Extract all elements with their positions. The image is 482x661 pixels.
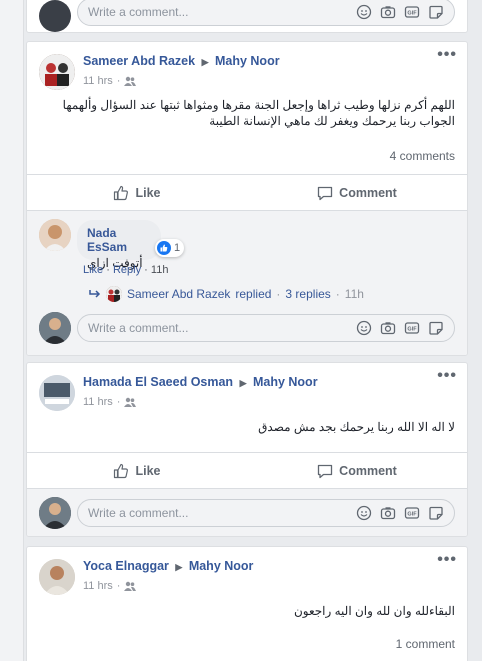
comment-tools: GIF bbox=[356, 4, 444, 20]
post-author-line: Sameer Abd Razek ▶ Mahy Noor bbox=[83, 54, 280, 68]
post-author-line: Yoca Elnaggar ▶ Mahy Noor bbox=[83, 559, 253, 573]
comments-section: Write a comment... GIF bbox=[27, 488, 467, 536]
emoji-icon[interactable] bbox=[356, 505, 372, 521]
sticker-icon[interactable] bbox=[428, 320, 444, 336]
user-avatar[interactable] bbox=[39, 0, 71, 32]
post-text: لا اله الا الله ربنا يرحمك بجد مش مصدق bbox=[258, 420, 455, 434]
write-comment-placeholder: Write a comment... bbox=[88, 506, 189, 520]
arrow-right-icon: ▶ bbox=[175, 562, 183, 572]
friends-icon[interactable] bbox=[124, 397, 137, 407]
target-name[interactable]: Mahy Noor bbox=[189, 559, 254, 573]
like-label: Like bbox=[135, 463, 161, 478]
comment-count-link[interactable]: 1 comment bbox=[396, 637, 455, 651]
replies-time: 11h bbox=[344, 287, 364, 301]
comment-label: Comment bbox=[339, 185, 397, 200]
write-comment-placeholder: Write a comment... bbox=[88, 5, 189, 19]
sticker-icon[interactable] bbox=[428, 505, 444, 521]
comment-icon bbox=[318, 186, 333, 200]
author-avatar[interactable] bbox=[39, 375, 75, 411]
comment-button[interactable]: Comment bbox=[247, 453, 467, 488]
post-meta: 11 hrs · bbox=[83, 75, 137, 87]
comment-time[interactable]: 11h bbox=[151, 264, 169, 276]
post-text: البقاءلله وان لله وان اليه راجعون bbox=[293, 604, 455, 618]
post-time[interactable]: 11 hrs bbox=[83, 396, 113, 408]
friends-icon[interactable] bbox=[124, 76, 137, 86]
svg-text:GIF: GIF bbox=[407, 512, 417, 518]
like-reaction-icon bbox=[157, 241, 171, 255]
friends-icon[interactable] bbox=[124, 581, 137, 591]
author-name[interactable]: Sameer Abd Razek bbox=[83, 54, 195, 68]
replies-count: 3 replies bbox=[285, 287, 331, 301]
thumbs-up-icon bbox=[114, 463, 129, 478]
more-options-icon[interactable]: ••• bbox=[437, 367, 457, 385]
user-avatar[interactable] bbox=[39, 312, 71, 344]
camera-icon[interactable] bbox=[380, 4, 396, 20]
author-avatar[interactable] bbox=[39, 559, 75, 595]
emoji-icon[interactable] bbox=[356, 4, 372, 20]
post-card: Hamada El Saeed Osman ▶ Mahy Noor 11 hrs… bbox=[26, 362, 468, 537]
comment-like-link[interactable]: Like bbox=[83, 264, 103, 276]
comment-count-link[interactable]: 4 comments bbox=[390, 149, 455, 163]
write-comment-placeholder: Write a comment... bbox=[88, 321, 189, 335]
arrow-right-icon: ▶ bbox=[201, 57, 209, 67]
gif-icon[interactable]: GIF bbox=[404, 505, 420, 521]
post-time[interactable]: 11 hrs bbox=[83, 75, 113, 87]
write-comment-input[interactable]: Write a comment... GIF bbox=[77, 314, 455, 342]
more-options-icon[interactable]: ••• bbox=[437, 551, 457, 569]
sticker-icon[interactable] bbox=[428, 4, 444, 20]
comment-tools: GIF bbox=[356, 505, 444, 521]
post-actions: Like Comment bbox=[27, 174, 467, 210]
like-button[interactable]: Like bbox=[27, 453, 247, 488]
left-sidebar-strip bbox=[0, 0, 24, 661]
target-name[interactable]: Mahy Noor bbox=[215, 54, 280, 68]
like-button[interactable]: Like bbox=[27, 175, 247, 210]
commenter-avatar[interactable] bbox=[39, 219, 71, 251]
gif-icon[interactable]: GIF bbox=[404, 320, 420, 336]
reaction-number: 1 bbox=[174, 242, 181, 254]
comment-links: Like · Reply · 11h bbox=[83, 264, 169, 276]
comment-icon bbox=[318, 464, 333, 478]
post-card: Sameer Abd Razek ▶ Mahy Noor 11 hrs · ••… bbox=[26, 41, 468, 356]
post-card: Yoca Elnaggar ▶ Mahy Noor 11 hrs · ••• ا… bbox=[26, 546, 468, 661]
post-meta: 11 hrs · bbox=[83, 396, 137, 408]
svg-text:GIF: GIF bbox=[407, 11, 417, 17]
replier-name: Sameer Abd Razek bbox=[127, 287, 231, 301]
commenter-name[interactable]: Nada EsSam bbox=[87, 226, 151, 254]
replied-label: replied bbox=[235, 287, 272, 301]
post-actions: Like Comment bbox=[27, 452, 467, 488]
thumbs-up-icon bbox=[114, 185, 129, 200]
author-name[interactable]: Hamada El Saeed Osman bbox=[83, 375, 233, 389]
user-avatar[interactable] bbox=[39, 497, 71, 529]
comment-reply-link[interactable]: Reply bbox=[113, 264, 141, 276]
more-options-icon[interactable]: ••• bbox=[437, 46, 457, 64]
author-avatar[interactable] bbox=[39, 54, 75, 90]
comment-tools: GIF bbox=[356, 320, 444, 336]
replier-avatar bbox=[106, 286, 122, 302]
comment-bubble: Nada EsSam أتوفت ازاي bbox=[77, 220, 161, 270]
post-author-line: Hamada El Saeed Osman ▶ Mahy Noor bbox=[83, 375, 318, 389]
write-comment-input[interactable]: Write a comment... GIF bbox=[77, 0, 455, 26]
camera-icon[interactable] bbox=[380, 505, 396, 521]
reaction-count[interactable]: 1 bbox=[155, 239, 185, 257]
post-text: اللهم أكرم نزلها وطيب ثراها وإجعل الجنة … bbox=[62, 98, 455, 128]
post-meta: 11 hrs · bbox=[83, 580, 137, 592]
svg-text:GIF: GIF bbox=[407, 327, 417, 333]
comment-label: Comment bbox=[339, 463, 397, 478]
comments-section: Nada EsSam أتوفت ازاي 1 Like · Reply · 1… bbox=[27, 210, 467, 355]
view-replies-link[interactable]: Sameer Abd Razek replied · 3 replies · 1… bbox=[89, 286, 364, 302]
author-name[interactable]: Yoca Elnaggar bbox=[83, 559, 169, 573]
gif-icon[interactable]: GIF bbox=[404, 4, 420, 20]
like-label: Like bbox=[135, 185, 161, 200]
reply-arrow-icon bbox=[89, 290, 101, 298]
post-time[interactable]: 11 hrs bbox=[83, 580, 113, 592]
arrow-right-icon: ▶ bbox=[239, 378, 247, 388]
comment-button[interactable]: Comment bbox=[247, 175, 467, 210]
emoji-icon[interactable] bbox=[356, 320, 372, 336]
post-card-previous: Write a comment... GIF bbox=[26, 0, 468, 33]
write-comment-input[interactable]: Write a comment... GIF bbox=[77, 499, 455, 527]
target-name[interactable]: Mahy Noor bbox=[253, 375, 318, 389]
camera-icon[interactable] bbox=[380, 320, 396, 336]
